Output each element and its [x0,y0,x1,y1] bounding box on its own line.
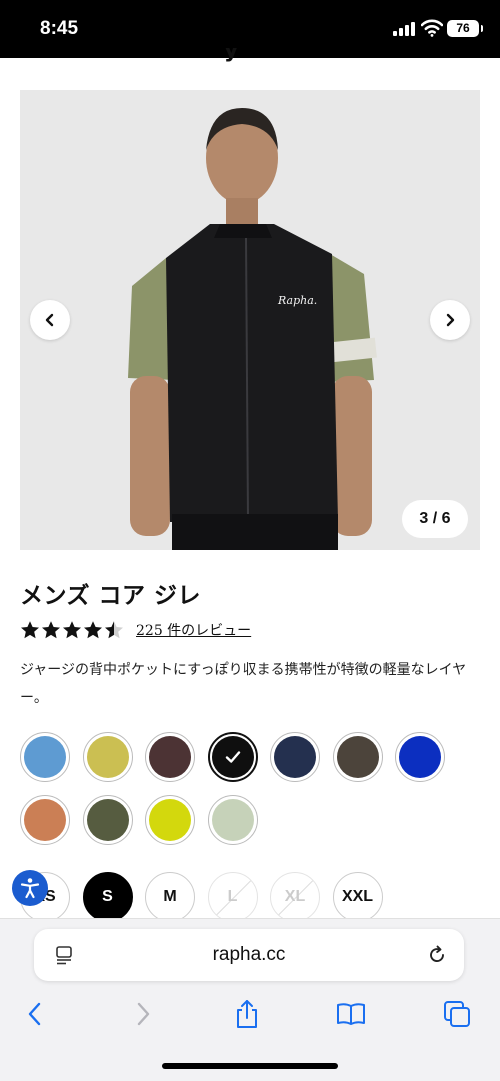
accessibility-icon [20,878,40,899]
color-swatch-fill [399,736,441,778]
tabs-icon [444,1001,470,1027]
image-counter: 3 / 6 [402,500,468,538]
bookmarks-button[interactable] [334,999,368,1029]
next-image-button[interactable] [430,300,470,340]
forward-icon [137,1002,150,1026]
battery-indicator: 76 [447,20,483,37]
cellular-signal-icon [393,22,417,36]
size-option-label: S [102,888,113,905]
scrolled-heading-fragment: y [224,48,239,63]
reviews-link[interactable]: 225 件のレビュー [136,620,251,640]
size-option-label: L [227,888,238,905]
share-button[interactable] [230,999,264,1029]
size-option-s[interactable]: S [82,872,133,922]
color-swatch-fill [86,799,129,841]
chevron-left-icon [45,313,54,327]
product-photo: Rapha. [128,108,377,550]
color-swatch-fill [24,736,66,778]
check-icon [225,751,240,763]
svg-text:Rapha.: Rapha. [277,294,317,307]
size-option-label: M [163,888,177,905]
color-swatch[interactable] [207,795,258,845]
previous-image-button[interactable] [30,300,70,340]
address-bar[interactable]: rapha.cc [34,929,464,981]
size-option-label: XL [284,888,306,905]
color-swatch[interactable] [270,732,320,782]
tabs-button[interactable] [440,999,474,1029]
size-option-xxl[interactable]: XXL [332,872,383,922]
status-bar: 8:45 76 [0,0,500,58]
color-swatch-fill [149,799,191,841]
product-rating: 225 件のレビュー [20,618,251,642]
size-option-m[interactable]: M [145,872,195,922]
url-text: rapha.cc [212,944,286,965]
color-swatch-fill [86,736,129,778]
wifi-icon [421,19,443,37]
rating-stars [20,620,124,640]
home-indicator [162,1063,338,1069]
color-swatch[interactable] [145,732,195,782]
color-swatch[interactable] [332,732,383,782]
browser-toolbar: rapha.cc [0,918,500,1081]
star-icon [84,621,102,639]
back-button[interactable] [18,999,52,1029]
color-swatch[interactable] [82,795,133,845]
size-option-l[interactable]: L [207,872,258,922]
product-image-gallery[interactable]: Rapha. 3 / 6 [20,90,480,550]
color-swatch[interactable] [395,732,445,782]
color-swatch[interactable] [20,795,70,845]
color-swatch-fill [336,736,379,778]
size-option-label: XXL [341,888,374,905]
color-swatch[interactable] [82,732,133,782]
star-icon [42,621,60,639]
color-swatch-fill [24,799,66,841]
accessibility-button[interactable] [12,870,48,906]
color-swatch[interactable] [20,732,70,782]
star-icon [21,621,39,639]
color-swatch[interactable] [207,732,258,782]
product-description: ジャージの背中ポケットにすっぽり収まる携帯性が特徴の軽量なレイヤー。 [20,662,467,706]
status-time: 8:45 [40,18,79,39]
color-swatch-fill [211,799,254,841]
color-swatch-fill [274,736,316,778]
color-swatch[interactable] [145,795,195,845]
size-option-xl[interactable]: XL [270,872,320,922]
product-title: メンズ コア ジレ [20,583,202,609]
bookmarks-icon [337,1003,365,1025]
star-icon [105,621,123,639]
back-icon [28,1002,41,1026]
color-swatch-fill [149,736,191,778]
star-icon [63,621,81,639]
forward-button[interactable] [126,999,160,1029]
reload-icon[interactable] [426,944,448,966]
share-icon [237,1000,257,1028]
chevron-right-icon [446,313,455,327]
